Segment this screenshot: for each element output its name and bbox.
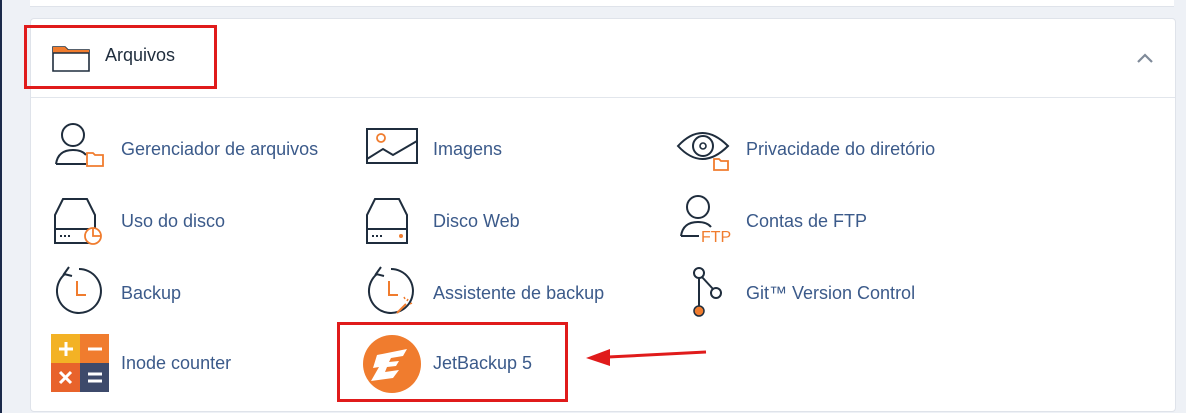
ftp-icon-text: FTP — [701, 229, 731, 246]
item-label: Disco Web — [433, 211, 520, 231]
git-icon — [674, 263, 732, 323]
item-git-version-control[interactable]: Git™ Version Control — [674, 263, 974, 323]
left-edge — [0, 0, 2, 413]
backup-icon — [49, 263, 107, 323]
highlight-box-section-title — [24, 25, 217, 89]
item-label: Inode counter — [121, 353, 232, 373]
item-file-manager[interactable]: Gerenciador de arquivos — [49, 119, 349, 179]
item-label: Backup — [121, 283, 182, 303]
backup-wizard-icon — [361, 263, 419, 323]
item-directory-privacy[interactable]: Privacidade do diretório — [674, 119, 994, 179]
item-label: Assistente de backup — [433, 283, 605, 303]
item-label: Git™ Version Control — [746, 283, 916, 303]
pointer-arrow — [586, 349, 707, 366]
web-disk-icon — [361, 191, 419, 251]
item-disk-usage[interactable]: Uso do disco — [49, 191, 349, 251]
item-label: Privacidade do diretório — [746, 139, 936, 159]
inode-counter-icon — [49, 333, 109, 393]
item-inode-counter[interactable]: Inode counter — [49, 333, 269, 393]
item-images[interactable]: Imagens — [361, 119, 601, 179]
item-web-disk[interactable]: Disco Web — [361, 191, 601, 251]
item-label: Imagens — [433, 139, 503, 159]
disk-usage-icon — [49, 191, 107, 251]
ftp-accounts-icon: FTP — [674, 191, 732, 251]
images-icon — [361, 119, 419, 179]
item-backup[interactable]: Backup — [49, 263, 249, 323]
highlight-box-jetbackup — [337, 322, 568, 402]
item-backup-wizard[interactable]: Assistente de backup — [361, 263, 651, 323]
directory-privacy-icon — [674, 119, 732, 179]
chevron-up-icon[interactable] — [1135, 51, 1155, 70]
item-label: Gerenciador de arquivos — [121, 139, 319, 159]
file-manager-icon — [49, 119, 107, 179]
item-ftp-accounts[interactable]: FTP Contas de FTP — [674, 191, 934, 251]
item-label: Contas de FTP — [746, 211, 868, 231]
item-label: Uso do disco — [121, 211, 226, 231]
previous-panel-edge — [30, 0, 1174, 7]
